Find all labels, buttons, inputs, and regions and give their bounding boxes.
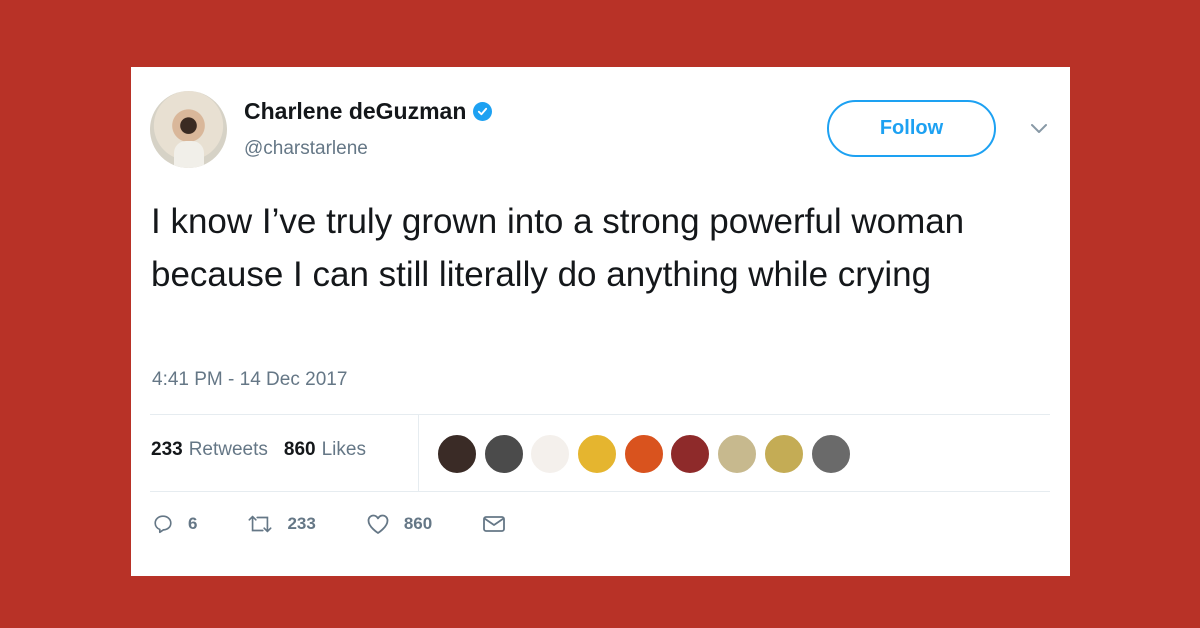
reply-button[interactable]: 6: [152, 513, 197, 535]
liker-avatar-4[interactable]: [577, 434, 618, 474]
author-handle[interactable]: @charstarlene: [244, 138, 368, 160]
tweet-timestamp[interactable]: 4:41 PM - 14 Dec 2017: [152, 369, 347, 391]
verified-badge-icon: [473, 102, 493, 121]
follow-button[interactable]: Follow: [827, 100, 996, 157]
author-avatar[interactable]: [150, 91, 227, 168]
retweets-stat[interactable]: 233 Retweets: [151, 439, 268, 461]
retweets-count: 233: [151, 439, 183, 460]
retweet-icon: [248, 515, 272, 533]
liker-avatar-5[interactable]: [623, 434, 664, 474]
likes-count: 860: [283, 439, 316, 460]
retweets-label: Retweets: [188, 439, 268, 460]
liker-avatar-2[interactable]: [483, 434, 524, 474]
liker-avatar-9[interactable]: [810, 434, 851, 474]
liker-avatar-3[interactable]: [530, 434, 571, 474]
author-name[interactable]: Charlene deGuzman: [244, 98, 466, 125]
action-bar: 6 233 860: [152, 513, 556, 535]
liker-avatar-1[interactable]: [437, 434, 477, 474]
divider-bottom: [150, 491, 1050, 492]
reply-count: 6: [188, 514, 198, 533]
liker-avatar-8[interactable]: [763, 434, 804, 474]
stats-separator: [418, 414, 419, 491]
tweet-text: I know I’ve truly grown into a strong po…: [151, 202, 965, 294]
direct-message-button[interactable]: [482, 514, 506, 534]
liker-avatar-6[interactable]: [670, 434, 711, 474]
direct-message-icon: [483, 516, 506, 532]
chevron-down-icon[interactable]: [1029, 122, 1049, 136]
retweet-button[interactable]: 233: [247, 513, 316, 535]
divider-top: [150, 414, 1050, 415]
like-button[interactable]: 860: [366, 513, 432, 535]
liker-avatars: [437, 434, 857, 474]
avatar-shirt: [174, 141, 204, 168]
tweet-card: Charlene deGuzman @charstarlene Follow I…: [131, 67, 1070, 576]
engagement-stats: 233 Retweets 860 Likes: [151, 439, 382, 461]
likes-stat[interactable]: 860 Likes: [284, 439, 366, 461]
like-heart-icon: [367, 514, 389, 534]
like-count: 860: [403, 514, 433, 533]
reply-icon: [154, 515, 172, 534]
likes-label: Likes: [321, 439, 366, 460]
liker-avatar-7[interactable]: [717, 434, 758, 474]
retweet-count: 233: [287, 514, 316, 533]
author-name-row: Charlene deGuzman: [244, 98, 493, 125]
